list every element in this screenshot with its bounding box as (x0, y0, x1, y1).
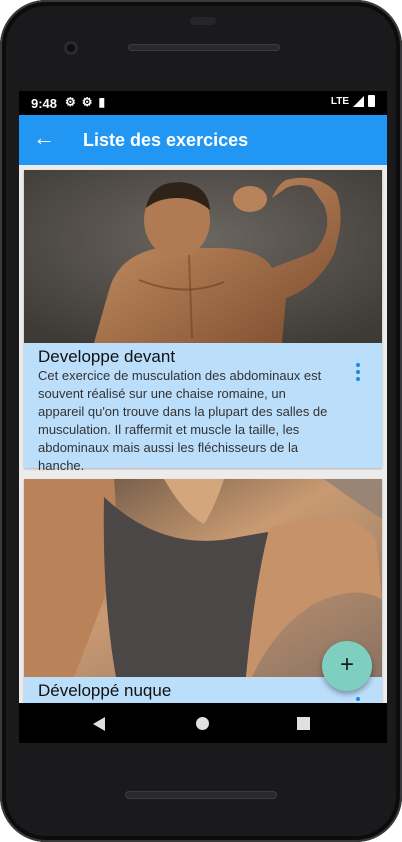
front-camera (64, 41, 78, 55)
sd-card-icon: ▮ (98, 95, 106, 109)
network-label: LTE (330, 95, 349, 107)
status-right: LTE (331, 95, 375, 107)
status-time: 9:48 (31, 96, 58, 111)
add-exercise-button[interactable]: + (322, 641, 372, 691)
battery-icon (368, 95, 375, 107)
screen: 9:48 ⚙ ⚙ ▮ LTE ← Liste des exercices Dev… (19, 91, 387, 743)
settings-icon: ⚙ (65, 95, 76, 109)
settings-icon: ⚙ (81, 95, 93, 109)
more-vert-icon[interactable] (356, 363, 360, 381)
exercise-card[interactable]: Developpe devant Cet exercice de muscula… (24, 170, 382, 473)
card-title: Developpe devant (38, 347, 176, 366)
app-bar: ← Liste des exercices (19, 115, 387, 165)
shoulder-tank-top-photo (24, 479, 382, 677)
nav-back-icon[interactable] (93, 717, 105, 731)
page-title: Liste des exercices (83, 130, 249, 150)
card-title: Développé nuque (38, 681, 172, 700)
arrow-left-icon[interactable]: ← (33, 126, 55, 150)
nav-recents-icon[interactable] (297, 717, 310, 730)
signal-icon (353, 95, 364, 107)
nav-home-icon[interactable] (196, 717, 209, 730)
bottom-speaker (125, 791, 277, 799)
status-icons: ⚙ ⚙ ▮ (65, 95, 105, 109)
phone-frame: 9:48 ⚙ ⚙ ▮ LTE ← Liste des exercices Dev… (0, 0, 402, 842)
earpiece-speaker (128, 44, 280, 51)
phone-sensor (190, 17, 216, 25)
muscular-back-photo (24, 170, 382, 343)
navigation-bar (19, 703, 387, 743)
card-description: Cet exercice de musculation des abdomina… (38, 368, 328, 473)
status-bar: 9:48 ⚙ ⚙ ▮ LTE (19, 91, 387, 115)
exercise-list[interactable]: Developpe devant Cet exercice de muscula… (19, 165, 387, 703)
